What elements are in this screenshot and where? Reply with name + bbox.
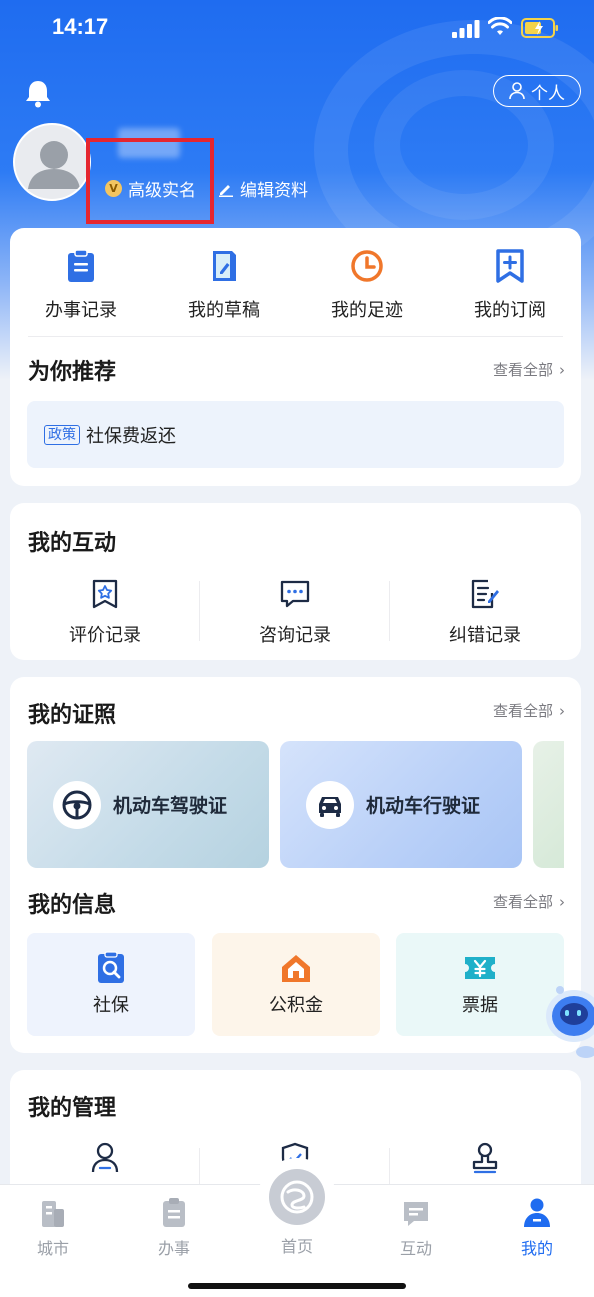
clock-icon — [351, 250, 383, 282]
interaction-title: 我的互动 — [28, 531, 117, 556]
divider — [199, 1148, 200, 1188]
edit-profile-button[interactable]: 编辑资料 — [218, 176, 308, 201]
recommend-title: 为你推荐 — [28, 360, 117, 385]
quick-action-subscriptions[interactable]: 我的订阅 — [439, 246, 581, 322]
steering-wheel-icon — [62, 790, 92, 819]
tab-label: 办事 — [157, 1239, 190, 1258]
quick-action-label: 我的草稿 — [188, 300, 260, 321]
recommend-see-all-link[interactable]: 查看全部 › — [493, 359, 565, 380]
interaction-row: 评价记录 咨询记录 纠错记录 — [10, 579, 581, 649]
quick-action-label: 我的足迹 — [331, 300, 403, 321]
quick-action-drafts[interactable]: 我的草稿 — [153, 246, 295, 322]
interaction-corrections[interactable]: 纠错记录 — [390, 579, 580, 647]
tab-label: 城市 — [36, 1239, 69, 1258]
tab-city[interactable]: 城市 — [13, 1197, 93, 1259]
license-card-vehicle[interactable]: 机动车行驶证 — [280, 741, 522, 868]
chevron-right-icon: › — [559, 892, 565, 911]
wifi-icon — [488, 17, 512, 35]
quick-actions-row: 办事记录 我的草稿 我的足迹 我的订阅 — [10, 246, 581, 336]
status-bar: 14:17 — [0, 0, 594, 56]
signal-icon — [452, 20, 480, 38]
personal-mode-button[interactable]: 个人 — [493, 75, 581, 107]
notification-bell-icon[interactable] — [24, 78, 52, 108]
clipboard-icon — [68, 249, 94, 282]
licenses-title: 我的证照 — [28, 703, 117, 728]
license-label: 机动车行驶证 — [366, 795, 481, 817]
see-all-label: 查看全部 — [492, 361, 553, 379]
licenses-see-all-link[interactable]: 查看全部 › — [493, 700, 565, 721]
profile-icon — [524, 1198, 550, 1227]
interaction-consultations[interactable]: 咨询记录 — [200, 579, 390, 647]
chevron-right-icon: › — [559, 360, 565, 379]
city-icon — [42, 1201, 64, 1227]
license-icon-circle — [306, 780, 354, 829]
interaction-reviews[interactable]: 评价记录 — [10, 579, 200, 647]
brand-logo-icon — [280, 1180, 314, 1214]
tab-services[interactable]: 办事 — [134, 1197, 214, 1259]
license-icon-circle — [53, 780, 101, 829]
quick-action-footprints[interactable]: 我的足迹 — [296, 246, 438, 322]
see-all-label: 查看全部 — [492, 893, 553, 911]
licenses-info-card: 我的证照 查看全部 › 机动车驾驶证 机动车行驶证 我的信息 查看全部 › 社保… — [10, 677, 581, 1053]
person-outline-icon[interactable] — [90, 1142, 120, 1174]
info-tile-housing-fund[interactable]: 公积金 — [212, 933, 380, 1036]
management-title: 我的管理 — [28, 1096, 117, 1121]
chat-bubble-icon — [280, 580, 310, 608]
license-card-driver[interactable]: 机动车驾驶证 — [27, 741, 269, 868]
home-indicator — [188, 1283, 406, 1289]
service-icon — [163, 1198, 185, 1227]
social-security-icon — [98, 951, 124, 983]
highlight-box — [86, 138, 214, 224]
info-label: 社保 — [93, 995, 129, 1016]
draft-icon — [213, 251, 236, 281]
divider — [28, 336, 563, 337]
recommend-item[interactable]: 政策 社保费返还 — [27, 401, 564, 468]
status-time: 14:17 — [52, 14, 109, 39]
license-label: 机动车驾驶证 — [113, 795, 228, 817]
interaction-card: 我的互动 评价记录 咨询记录 纠错记录 — [10, 503, 581, 660]
info-label: 公积金 — [269, 995, 323, 1016]
divider — [389, 1148, 390, 1188]
chevron-right-icon: › — [559, 701, 565, 720]
edit-profile-label: 编辑资料 — [240, 181, 308, 201]
personal-mode-label: 个人 — [531, 83, 565, 104]
info-title: 我的信息 — [28, 893, 117, 918]
home-logo-icon — [269, 1169, 325, 1225]
assistant-robot-icon[interactable] — [538, 980, 594, 1060]
stamp-icon[interactable] — [470, 1142, 500, 1174]
ticket-icon — [465, 957, 495, 979]
interaction-label: 咨询记录 — [259, 625, 331, 646]
star-bookmark-icon — [92, 579, 118, 609]
info-tile-social-security[interactable]: 社保 — [27, 933, 195, 1036]
house-icon — [282, 955, 310, 982]
car-icon — [319, 796, 341, 817]
license-card-partial[interactable] — [533, 741, 564, 868]
recommend-item-title: 社保费返还 — [86, 425, 176, 447]
interaction-label: 纠错记录 — [449, 625, 521, 646]
tab-mine[interactable]: 我的 — [497, 1197, 577, 1259]
quick-action-service-records[interactable]: 办事记录 — [10, 246, 152, 322]
interaction-icon — [404, 1202, 428, 1226]
edit-document-icon — [471, 579, 499, 609]
policy-tag: 政策 — [44, 424, 80, 445]
interaction-label: 评价记录 — [69, 625, 141, 646]
pencil-icon — [219, 184, 233, 197]
tab-home-label: 首页 — [280, 1237, 313, 1256]
person-outline-icon — [509, 82, 525, 100]
battery-charging-icon — [521, 18, 558, 38]
bookmark-plus-icon — [496, 249, 524, 283]
quick-action-label: 我的订阅 — [474, 300, 546, 321]
tab-label: 互动 — [399, 1239, 432, 1258]
info-see-all-link[interactable]: 查看全部 › — [493, 891, 565, 912]
tab-interaction[interactable]: 互动 — [376, 1197, 456, 1259]
info-label: 票据 — [462, 995, 498, 1016]
quick-actions-card: 办事记录 我的草稿 我的足迹 我的订阅 为你推荐 查看全部 › 政策 社保费返还 — [10, 228, 581, 486]
tab-home[interactable] — [258, 1158, 336, 1236]
see-all-label: 查看全部 — [492, 702, 553, 720]
tab-label: 我的 — [520, 1239, 553, 1258]
quick-action-label: 办事记录 — [45, 300, 117, 321]
avatar[interactable] — [13, 123, 91, 201]
